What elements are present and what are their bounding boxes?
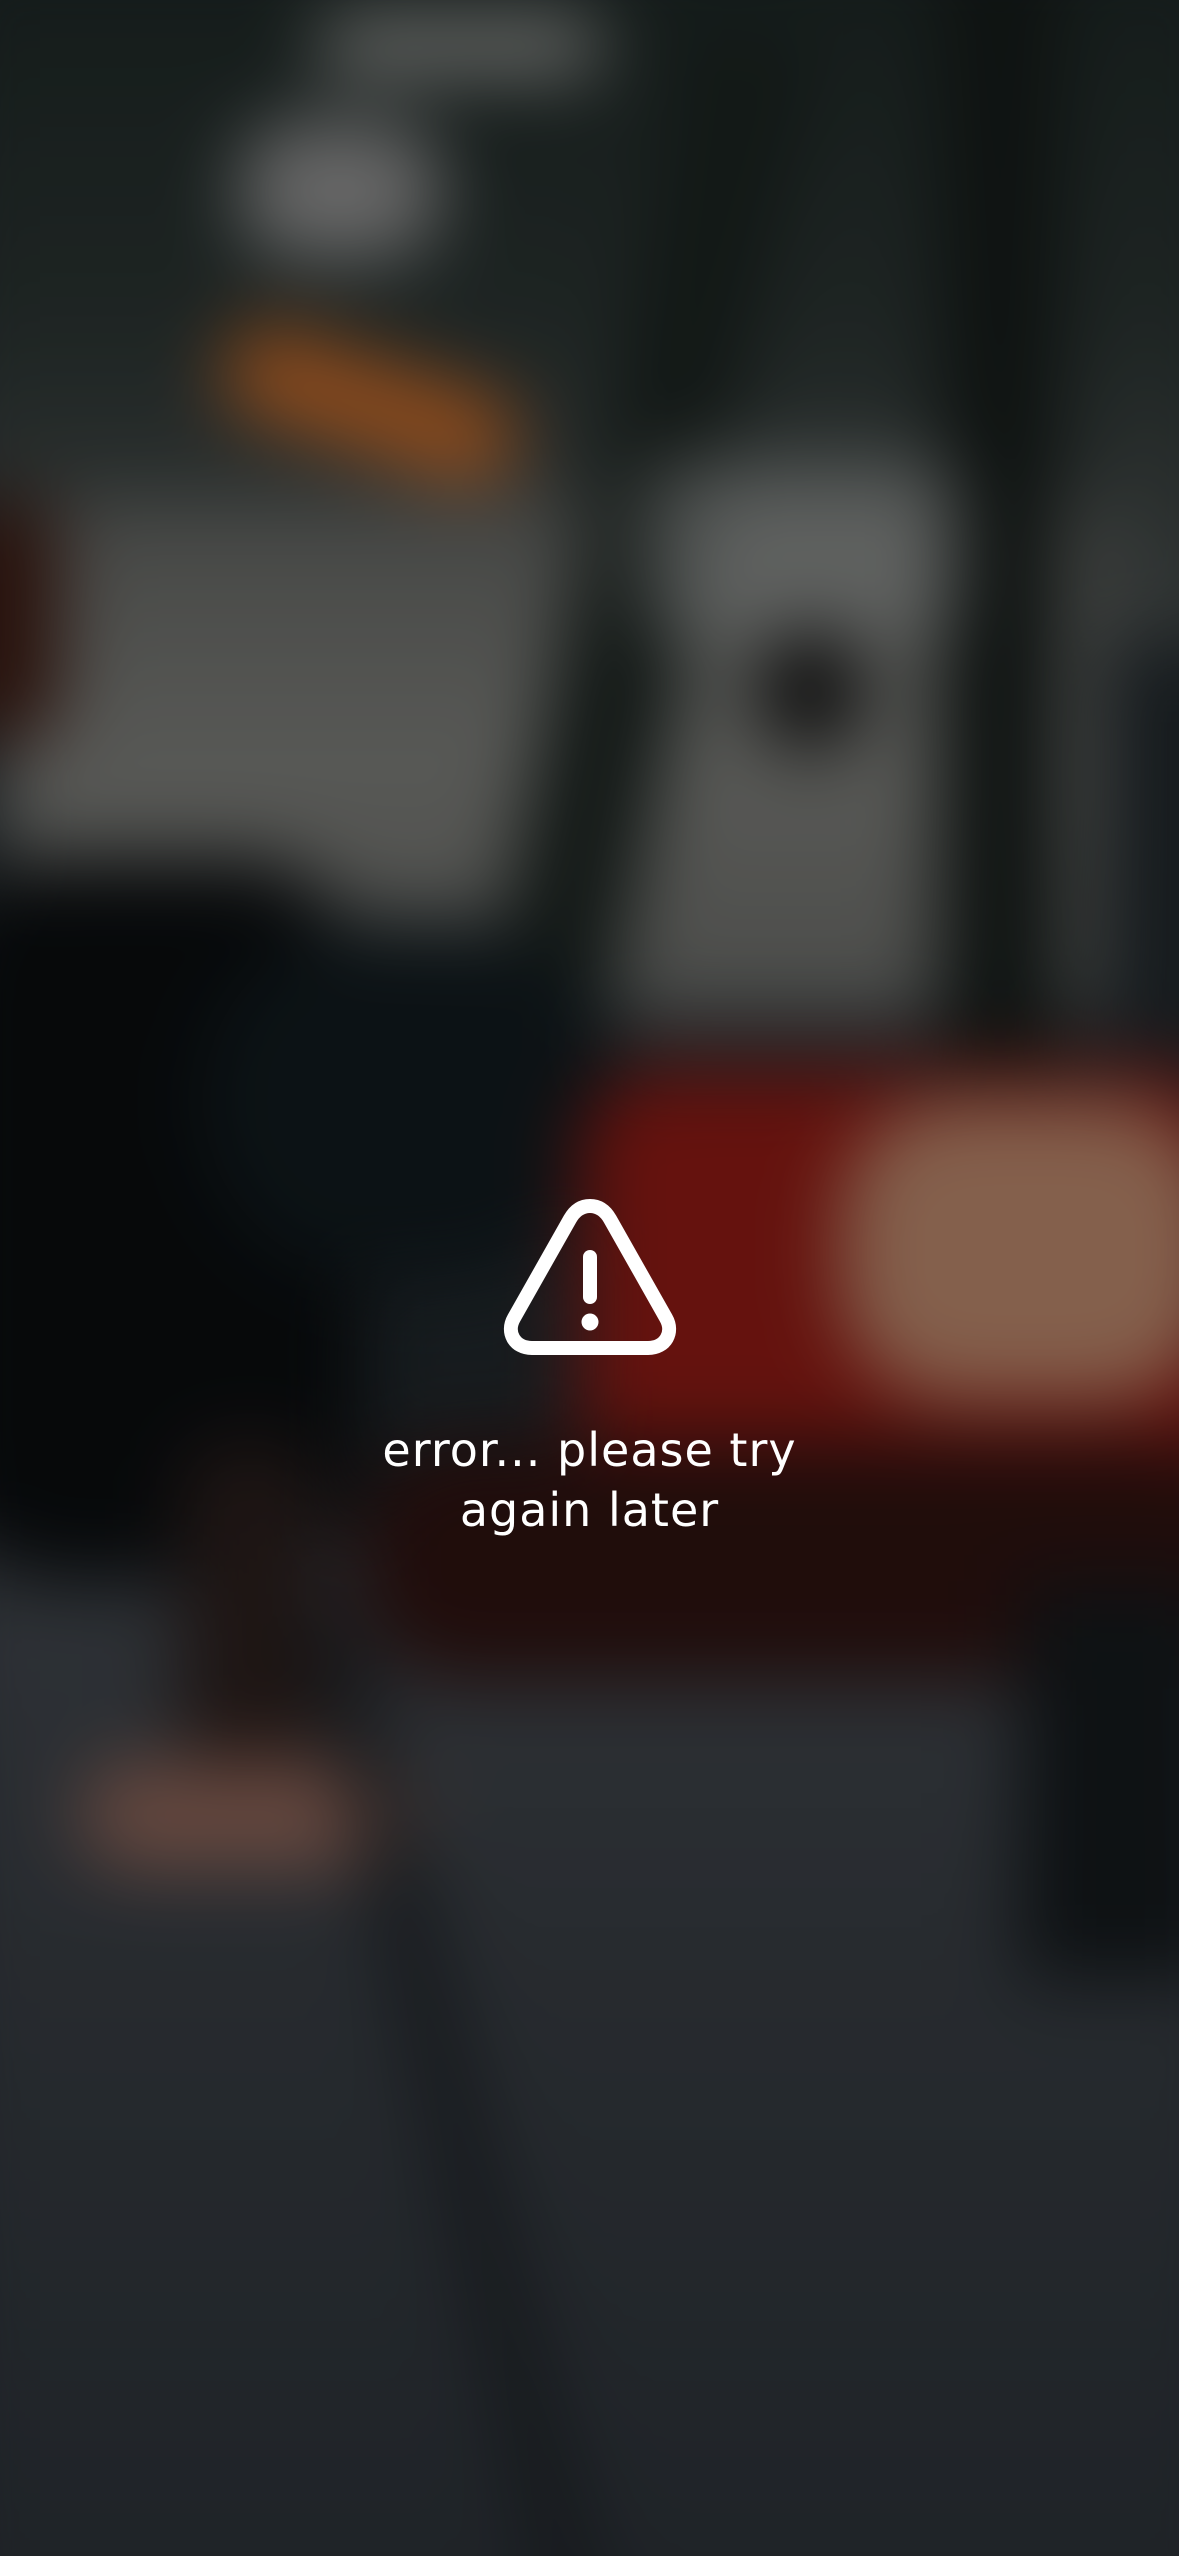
error-screen: error... please try again later: [0, 0, 1179, 2556]
warning-triangle-icon: [503, 1199, 676, 1355]
error-state: error... please try again later: [0, 1194, 1179, 1540]
error-message: error... please try again later: [382, 1423, 797, 1537]
